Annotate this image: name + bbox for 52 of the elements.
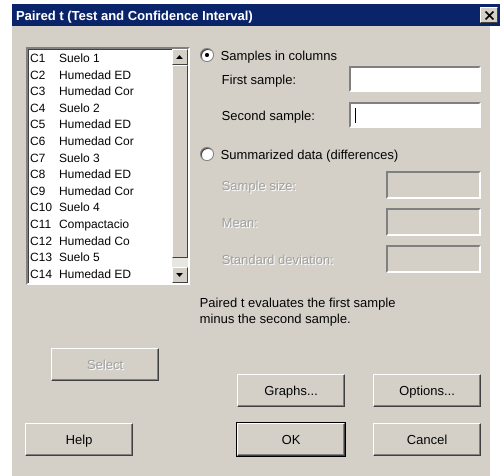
column-number[interactable]: C4 bbox=[30, 100, 59, 116]
scroll-thumb[interactable] bbox=[172, 65, 188, 258]
input-field[interactable] bbox=[349, 102, 481, 128]
window-title: Paired t (Test and Confidence Interval) bbox=[16, 8, 253, 22]
radio-label[interactable]: Samples in columns bbox=[220, 48, 337, 62]
scroll-up-button[interactable] bbox=[172, 49, 188, 65]
radio-button[interactable] bbox=[200, 147, 214, 161]
column-number[interactable]: C8 bbox=[30, 166, 59, 183]
dialog-button[interactable]: Help bbox=[25, 423, 133, 456]
dialog-button[interactable]: Options... bbox=[373, 374, 481, 407]
up-arrow-icon bbox=[176, 55, 184, 59]
note-text: Paired t evaluates the first sample minus the second sample. bbox=[200, 295, 396, 327]
dialog-button[interactable]: OK bbox=[237, 423, 345, 456]
column-number[interactable]: C5 bbox=[30, 116, 59, 133]
input-field[interactable] bbox=[349, 66, 481, 92]
column-number[interactable]: C10 bbox=[30, 199, 59, 216]
column-number[interactable]: C2 bbox=[30, 66, 59, 84]
radio-button[interactable] bbox=[200, 48, 214, 62]
dialog-button[interactable]: Graphs... bbox=[237, 374, 345, 407]
column-number[interactable]: C9 bbox=[30, 182, 59, 200]
column-name[interactable]: Suelo 4 bbox=[59, 199, 100, 216]
radio-label[interactable]: Summarized data (differences) bbox=[220, 146, 398, 162]
column-name[interactable]: Humedad Cor bbox=[59, 182, 134, 200]
column-name[interactable]: Suelo 1 bbox=[59, 50, 100, 67]
scroll-down-button[interactable] bbox=[172, 267, 188, 283]
column-name[interactable]: Humedad Cor bbox=[59, 83, 134, 100]
dialog-button[interactable]: Cancel bbox=[373, 423, 481, 456]
close-button[interactable] bbox=[480, 7, 498, 23]
column-name[interactable]: Humedad ED bbox=[59, 116, 132, 133]
column-number[interactable]: C11 bbox=[30, 216, 59, 233]
column-number[interactable]: C6 bbox=[30, 132, 59, 150]
column-list[interactable]: C1 Suelo 1 C2 Humedad ED C3 Humedad Cor C4 Suelo 2 C5 Humedad ED C6 Humedad Cor C7 Suelo 3 C8 Humedad ED C9 Humedad Cor C10 Suelo 4 C11 Compactacio C12 Humedad Co C13 Suelo 5 C14 Humedad ED bbox=[26, 47, 190, 285]
scrollbar[interactable] bbox=[172, 49, 188, 283]
column-number[interactable]: C3 bbox=[30, 83, 59, 100]
close-icon bbox=[484, 10, 494, 20]
column-name[interactable]: Humedad ED bbox=[59, 66, 132, 84]
column-name[interactable]: Suelo 3 bbox=[59, 150, 100, 166]
column-number[interactable]: C14 bbox=[30, 266, 59, 282]
column-name[interactable]: Humedad ED bbox=[59, 266, 132, 282]
field-label: Second sample: bbox=[222, 108, 315, 122]
column-name[interactable]: Compactacio bbox=[59, 216, 130, 233]
column-number[interactable]: C12 bbox=[30, 232, 59, 250]
column-number[interactable]: C7 bbox=[30, 150, 59, 166]
column-name[interactable]: Humedad Cor bbox=[59, 132, 134, 150]
column-name[interactable]: Humedad ED bbox=[59, 166, 132, 183]
down-arrow-icon bbox=[176, 273, 184, 277]
column-name[interactable]: Suelo 5 bbox=[59, 249, 100, 266]
field-label: First sample: bbox=[222, 72, 296, 86]
column-name[interactable]: Suelo 2 bbox=[59, 100, 100, 116]
column-number[interactable]: C13 bbox=[30, 249, 59, 266]
column-number[interactable]: C1 bbox=[30, 50, 59, 67]
column-name[interactable]: Humedad Co bbox=[59, 232, 130, 250]
